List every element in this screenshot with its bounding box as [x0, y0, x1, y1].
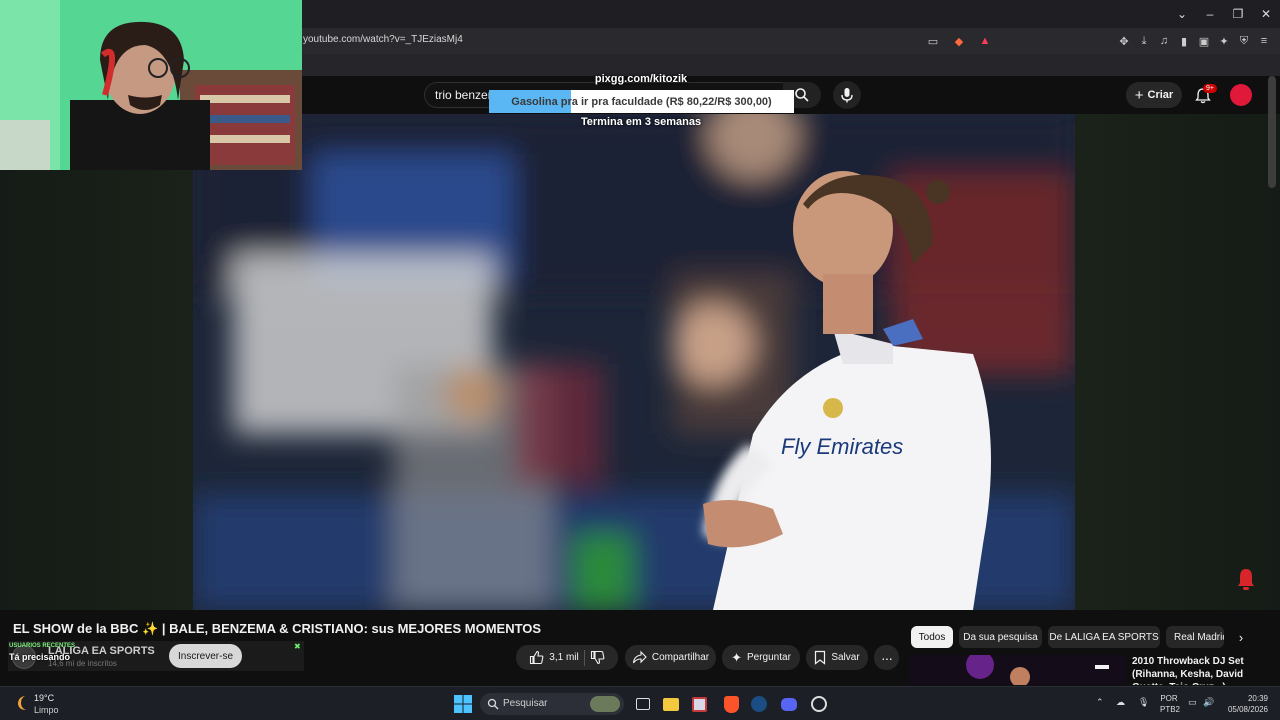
create-button[interactable]: + Criar	[1126, 82, 1182, 108]
chip-real-madrid[interactable]: Real Madrid	[1166, 626, 1224, 648]
close-icon[interactable]: ✕	[1252, 0, 1280, 28]
taskbar-search-input[interactable]: Pesquisar	[480, 693, 624, 715]
webcam-overlay	[0, 0, 302, 170]
brave-shields-icon[interactable]: ◆	[950, 32, 968, 50]
windows-start-icon[interactable]	[454, 695, 472, 713]
extension-icons: ✥ ⤓ ♫ ▮ ▣ ✦ ⛨ ≡	[1116, 32, 1272, 50]
overlay-tag: USUARIOS RECENTES	[9, 643, 76, 649]
search-icon	[795, 88, 809, 102]
video-title: EL SHOW de la BBC ✨ | BALE, BENZEMA & CR…	[13, 621, 542, 636]
file-explorer-icon[interactable]	[660, 693, 682, 715]
window-controls: ⌄ – ❐ ✕	[1168, 0, 1280, 28]
video-frame: Fly Emirates	[193, 114, 1075, 610]
notification-badge: 9+	[1203, 84, 1217, 93]
share-button[interactable]: Compartilhar	[625, 645, 716, 670]
divider	[583, 649, 585, 666]
search-highlight-icon	[590, 696, 620, 712]
extensions-icon[interactable]: ✥	[1116, 32, 1132, 50]
share-icon	[632, 650, 647, 664]
video-player[interactable]: Fly Emirates	[193, 114, 1075, 610]
network-icon[interactable]: ▭	[1188, 697, 1197, 708]
leo-ai-icon[interactable]: ✦	[1216, 32, 1232, 50]
chevron-down-icon[interactable]: ⌄	[1168, 0, 1196, 28]
save-label: Salvar	[831, 652, 860, 663]
music-icon[interactable]: ♫	[1156, 32, 1172, 50]
tray-cloud-icon[interactable]: ☁	[1116, 697, 1125, 708]
share-label: Compartilhar	[651, 652, 710, 663]
ask-label: Perguntar	[746, 652, 791, 663]
taskbar-search-placeholder: Pesquisar	[503, 698, 548, 709]
donation-url: pixgg.com/kitozik	[594, 73, 688, 85]
download-icon[interactable]: ⤓	[1136, 32, 1152, 50]
language-line-1: POR	[1160, 694, 1178, 703]
save-button[interactable]: Salvar	[806, 645, 868, 670]
subscribe-button[interactable]: Inscrever-se	[169, 644, 242, 668]
overlay-label: Tá precisando	[9, 652, 71, 662]
chevron-right-icon[interactable]: ›	[1230, 626, 1252, 648]
menu-icon[interactable]: ≡	[1256, 32, 1272, 50]
bookmark-icon	[815, 650, 826, 665]
language-line-2: PTB2	[1160, 705, 1181, 714]
tray-chevron-up-icon[interactable]: ⌃	[1096, 697, 1104, 708]
avatar[interactable]	[1230, 84, 1252, 106]
donation-goal-text: Gasolina pra ir pra faculdade (R$ 80,22/…	[511, 96, 772, 108]
sidebar-icon[interactable]: ▮	[1176, 32, 1192, 50]
jersey-sponsor: Fly Emirates	[781, 434, 903, 459]
like-count[interactable]: 3,1 mil	[549, 652, 578, 663]
ask-button[interactable]: ✦ Perguntar	[722, 645, 800, 670]
sparkle-icon: ✦	[731, 649, 742, 665]
clock-time: 20:39	[1247, 694, 1268, 703]
brave-browser-icon[interactable]	[720, 693, 742, 715]
windows-taskbar: 19°C Limpo Pesquisar ⌃ ☁ 🎙 POR PTB2 ▭ 🔊 …	[0, 686, 1280, 720]
weather-description: Limpo	[34, 705, 59, 715]
weather-temperature: 19°C	[34, 693, 55, 703]
dislike-icon[interactable]	[590, 650, 605, 665]
steam-icon[interactable]	[748, 693, 770, 715]
alert-bell-icon[interactable]	[1236, 567, 1256, 591]
donation-goal-bar: Gasolina pra ir pra faculdade (R$ 80,22/…	[489, 90, 794, 113]
chip-from-search[interactable]: Da sua pesquisa	[959, 626, 1042, 648]
chip-from-channel[interactable]: De LALIGA EA SPORTS	[1048, 626, 1160, 648]
tray-mic-icon[interactable]: 🎙	[1138, 697, 1149, 708]
restore-icon[interactable]: ❐	[1224, 0, 1252, 28]
like-dislike-group: 3,1 mil	[516, 645, 618, 670]
recommendation-thumbnail[interactable]	[910, 655, 1126, 685]
brave-rewards-icon[interactable]: ▲	[976, 32, 994, 50]
vpn-icon[interactable]: ⛨	[1236, 32, 1252, 50]
more-icon: ···	[881, 649, 893, 666]
chip-all[interactable]: Todos	[911, 626, 953, 648]
page-scrollbar[interactable]	[1268, 76, 1276, 188]
search-icon	[487, 698, 499, 710]
donation-time-left: Termina em 3 semanas	[580, 116, 702, 128]
weather-moon-icon[interactable]	[12, 693, 32, 713]
streamer-camera-image	[0, 0, 302, 170]
clock-date: 05/08/2026	[1227, 705, 1268, 714]
keyboard-language[interactable]: POR PTB2	[1160, 693, 1181, 715]
create-label: Criar	[1147, 89, 1174, 101]
minimize-icon[interactable]: –	[1196, 0, 1224, 28]
voice-search-button[interactable]	[833, 81, 861, 109]
taskbar-clock[interactable]: 20:39 05/08/2026	[1220, 693, 1268, 715]
like-icon[interactable]	[529, 650, 544, 665]
overlay-close-icon[interactable]: ✖	[294, 642, 301, 651]
obs-icon[interactable]	[808, 693, 830, 715]
recommendation-title[interactable]: 2010 Throwback DJ Set (Rihanna, Kesha, D…	[1132, 655, 1262, 685]
more-actions-button[interactable]: ···	[874, 645, 899, 670]
recommendation-image	[910, 655, 1126, 685]
snipping-tool-icon[interactable]	[688, 693, 710, 715]
wallet-icon[interactable]: ▣	[1196, 32, 1212, 50]
task-view-icon[interactable]	[632, 693, 654, 715]
cast-icon[interactable]: ▭	[924, 32, 942, 50]
url-text[interactable]: youtube.com/watch?v=_TJEziasMj4	[303, 34, 463, 45]
plus-icon: +	[1134, 86, 1144, 104]
volume-icon[interactable]: 🔊	[1203, 697, 1214, 708]
microphone-icon	[841, 88, 853, 103]
discord-icon[interactable]	[778, 693, 800, 715]
address-bar-icons: ▭ ◆ ▲	[924, 32, 994, 50]
